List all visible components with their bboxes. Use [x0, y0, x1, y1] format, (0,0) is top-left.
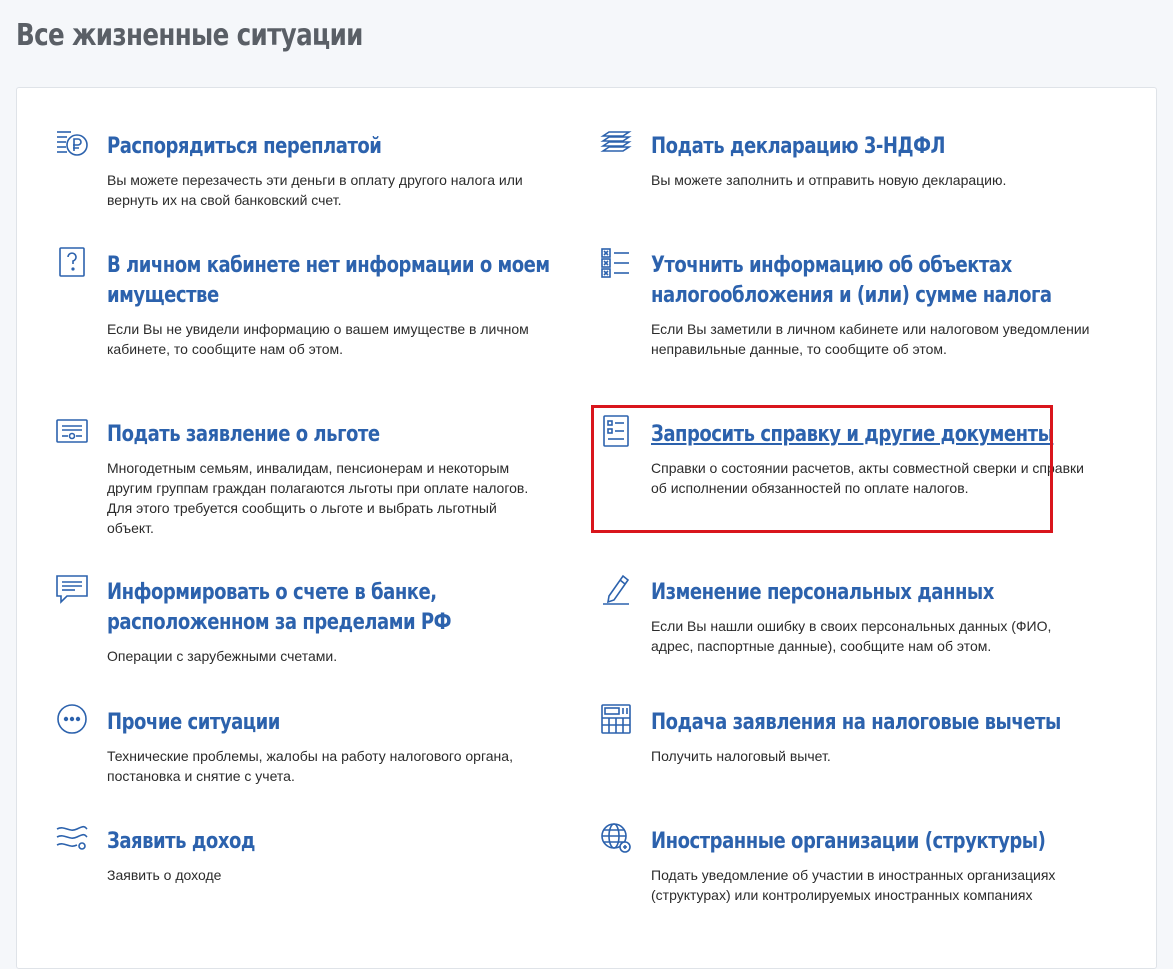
situation-overpayment: Распорядиться переплатой Вы можете перез…	[57, 131, 550, 210]
situation-no-property-info-link[interactable]: В личном кабинете нет информации о моем …	[107, 251, 550, 311]
situation-benefit-link[interactable]: Подать заявление о льготе	[107, 420, 550, 450]
certificate-icon	[55, 414, 89, 448]
situation-overpayment-desc: Вы можете перезачесть эти деньги в оплат…	[107, 172, 523, 208]
calculator-icon	[599, 702, 633, 736]
situation-benefit: Подать заявление о льготе Многодетным се…	[56, 419, 550, 538]
globe-icon	[599, 821, 633, 855]
more-dots-icon	[55, 702, 89, 736]
situation-declare-income: Заявить доход Заявить о доходе	[56, 825, 550, 885]
situation-foreign-bank-link[interactable]: Информировать о счете в банке, расположе…	[107, 578, 550, 638]
checklist-icon	[599, 245, 633, 279]
document-list-icon	[599, 414, 633, 448]
declaration-stack-icon	[599, 126, 633, 160]
situation-tax-deduction-desc: Получить налоговый вычет.	[651, 748, 831, 764]
situation-no-property-info: В личном кабинете нет информации о моем …	[59, 247, 550, 359]
situation-foreign-bank-desc: Операции с зарубежными счетами.	[107, 648, 338, 664]
situation-request-documents-desc: Справки о состоянии расчетов, акты совме…	[651, 460, 1084, 496]
situation-tax-deduction-link[interactable]: Подача заявления на налоговые вычеты	[651, 708, 1094, 738]
situation-clarify-tax: Уточнить информацию об объектах налогооб…	[601, 248, 1094, 359]
situation-personal-data-link[interactable]: Изменение персональных данных	[651, 578, 1094, 608]
situation-tax-deduction: Подача заявления на налоговые вычеты Пол…	[601, 704, 1094, 766]
situation-other-link[interactable]: Прочие ситуации	[107, 708, 550, 738]
situation-foreign-organizations: Иностранные организации (структуры) Пода…	[601, 823, 1094, 905]
situation-declaration-desc: Вы можете заполнить и отправить новую де…	[651, 172, 1007, 188]
situation-foreign-organizations-desc: Подать уведомление об участии в иностран…	[651, 867, 1056, 903]
situation-declaration: Подать декларацию 3-НДФЛ Вы можете запол…	[600, 131, 1094, 190]
situation-declare-income-link[interactable]: Заявить доход	[107, 827, 550, 857]
income-flow-icon	[55, 821, 89, 855]
situations-panel: Распорядиться переплатой Вы можете перез…	[16, 87, 1157, 969]
question-document-icon	[55, 245, 89, 279]
situation-request-documents-link[interactable]: Запросить справку и другие документы	[651, 420, 1094, 450]
situation-overpayment-link[interactable]: Распорядиться переплатой	[107, 132, 550, 162]
situation-personal-data-desc: Если Вы нашли ошибку в своих персональны…	[651, 618, 1052, 654]
situation-benefit-desc: Многодетным семьям, инвалидам, пенсионер…	[107, 460, 529, 536]
situation-declaration-link[interactable]: Подать декларацию 3-НДФЛ	[651, 132, 1094, 162]
pencil-icon	[599, 572, 633, 606]
situation-personal-data: Изменение персональных данных Если Вы на…	[603, 574, 1094, 656]
situation-request-documents: Запросить справку и другие документы Спр…	[603, 415, 1094, 498]
situation-clarify-tax-desc: Если Вы заметили в личном кабинете или н…	[651, 321, 1090, 357]
situation-no-property-info-desc: Если Вы не увидели информацию о вашем им…	[107, 321, 529, 357]
situation-other: Прочие ситуации Технические проблемы, жа…	[57, 704, 550, 786]
situation-foreign-organizations-link[interactable]: Иностранные организации (структуры)	[651, 827, 1094, 857]
situation-foreign-bank: Информировать о счете в банке, расположе…	[56, 575, 550, 666]
ruble-coins-icon	[55, 126, 89, 160]
page-title: Все жизненные ситуации	[16, 18, 363, 53]
chat-message-icon	[55, 572, 89, 606]
situation-declare-income-desc: Заявить о доходе	[107, 867, 222, 883]
situation-other-desc: Технические проблемы, жалобы на работу н…	[107, 748, 513, 784]
situation-clarify-tax-link[interactable]: Уточнить информацию об объектах налогооб…	[651, 251, 1094, 311]
